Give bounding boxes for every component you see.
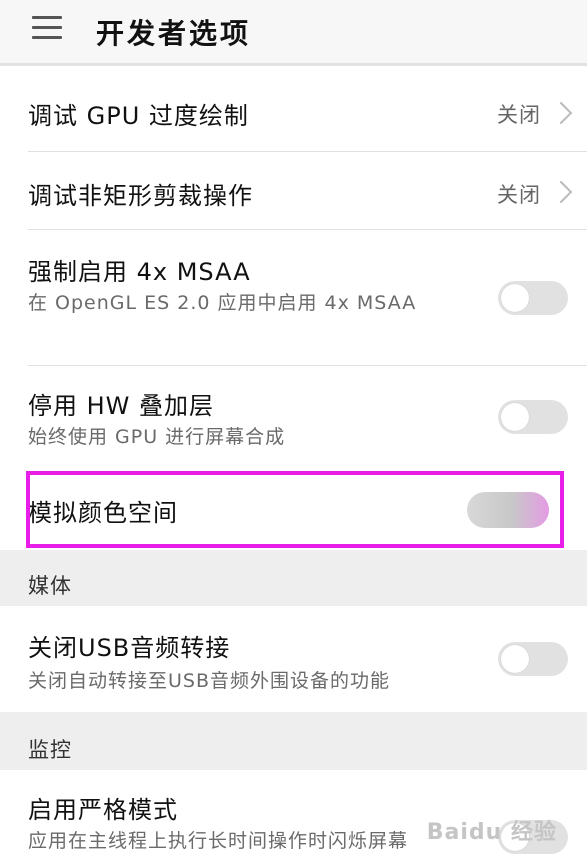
setting-label: 关闭USB音频转接 (28, 634, 231, 662)
setting-force-msaa[interactable]: 强制启用 4x MSAA 在 OpenGL ES 2.0 应用中启用 4x MS… (0, 230, 587, 366)
setting-label: 调试 GPU 过度绘制 (28, 102, 249, 130)
chevron-right-icon (549, 101, 573, 125)
setting-description: 始终使用 GPU 进行屏幕合成 (28, 426, 286, 448)
section-title: 媒体 (28, 574, 72, 598)
setting-label: 启用严格模式 (28, 796, 178, 824)
page-title: 开发者选项 (96, 17, 252, 50)
setting-usb-audio-routing[interactable]: 关闭USB音频转接 关闭自动转接至USB音频外围设备的功能 (0, 606, 587, 712)
setting-description: 应用在主线程上执行长时间操作时闪烁屏幕 (28, 830, 409, 852)
toggle-knob (501, 403, 529, 431)
setting-label: 强制启用 4x MSAA (28, 258, 251, 286)
setting-description: 关闭自动转接至USB音频外围设备的功能 (28, 670, 391, 692)
setting-value: 关闭 (497, 183, 541, 207)
section-title: 监控 (28, 738, 72, 762)
usb-audio-toggle-switch[interactable] (498, 642, 568, 676)
setting-disable-hw-overlay[interactable]: 停用 HW 叠加层 始终使用 GPU 进行屏幕合成 (0, 366, 587, 468)
watermark: Baidu 经验 (426, 820, 557, 845)
section-header-media: 媒体 (0, 550, 587, 606)
setting-non-rect-clip[interactable]: 调试非矩形剪裁操作 关闭 (0, 152, 587, 230)
hw-overlay-toggle-switch[interactable] (498, 400, 568, 434)
app-bar: 开发者选项 (0, 0, 587, 66)
highlight-box (26, 471, 564, 548)
toggle-knob (501, 284, 529, 312)
setting-gpu-overdraw[interactable]: 调试 GPU 过度绘制 关闭 (0, 70, 587, 152)
toggle-knob (501, 645, 529, 673)
setting-label: 调试非矩形剪裁操作 (28, 182, 253, 210)
section-header-monitoring: 监控 (0, 712, 587, 770)
setting-label: 停用 HW 叠加层 (28, 392, 215, 420)
msaa-toggle-switch[interactable] (498, 281, 568, 315)
hamburger-menu-icon[interactable] (32, 16, 62, 39)
chevron-right-icon (549, 180, 573, 204)
setting-value: 关闭 (497, 103, 541, 127)
setting-description: 在 OpenGL ES 2.0 应用中启用 4x MSAA (28, 292, 417, 314)
